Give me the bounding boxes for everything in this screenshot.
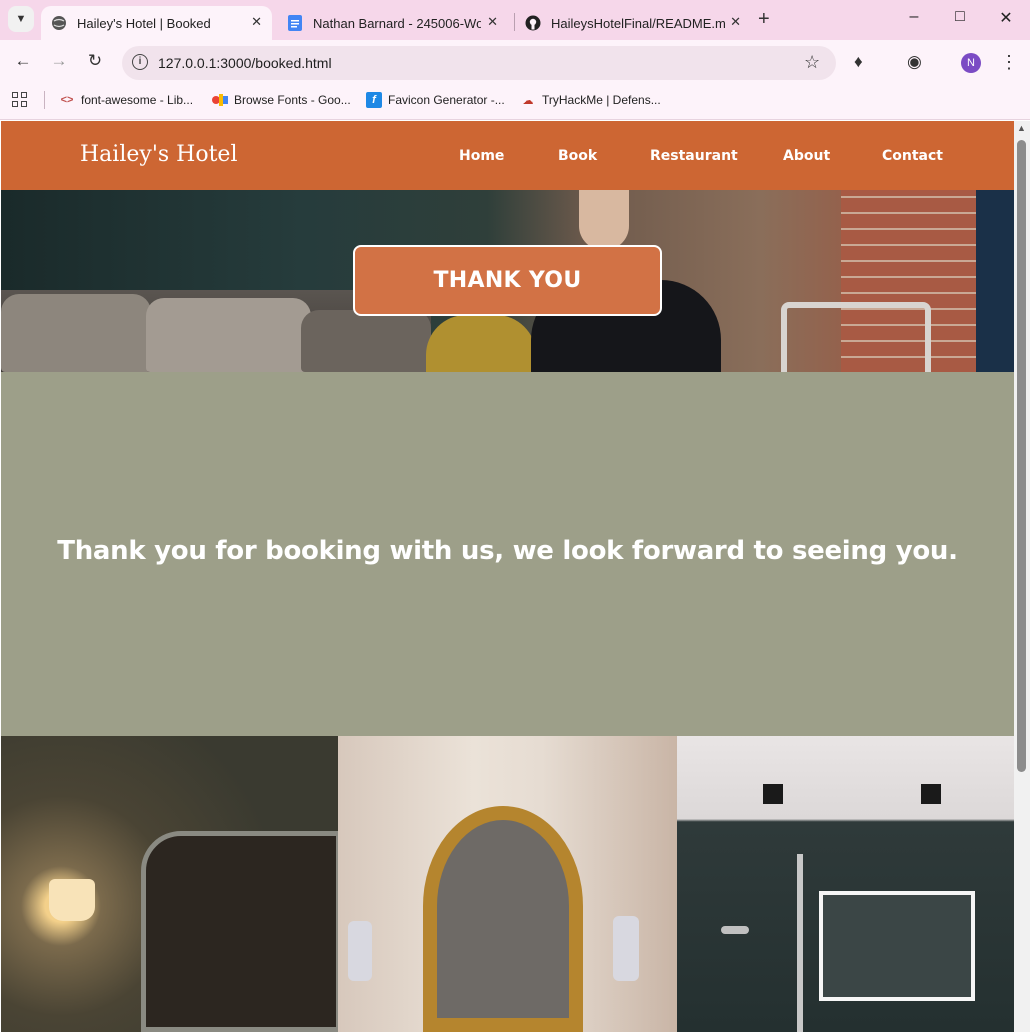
maximize-button[interactable]: □ [950, 8, 970, 26]
bookmark-tryhackme[interactable]: ☁ TryHackMe | Defens... [520, 92, 661, 108]
sconce-shape [613, 916, 639, 981]
ceiling-light [763, 784, 783, 804]
shower-glass [797, 854, 803, 1032]
lens-icon[interactable]: ◉ [907, 52, 922, 72]
tab-hailey-hotel[interactable]: Hailey's Hotel | Booked ✕ [41, 6, 272, 40]
confirmation-section: Thank you for booking with us, we look f… [1, 372, 1014, 736]
nav-about[interactable]: About [783, 148, 830, 164]
mirror-shape [141, 831, 338, 1032]
reload-icon: ↻ [87, 51, 103, 70]
pillow-shape [301, 310, 431, 372]
curtain [976, 190, 1014, 372]
new-tab-button[interactable]: + [758, 8, 770, 31]
close-icon[interactable]: ✕ [251, 14, 262, 30]
bookmark-label: Favicon Generator -... [388, 93, 505, 107]
sconce-shape [348, 921, 372, 981]
more-menu-icon[interactable]: ⋮ [1000, 52, 1018, 73]
ceiling-light [921, 784, 941, 804]
site-header: Hailey's Hotel Home Book Restaurant Abou… [1, 121, 1014, 190]
nav-book[interactable]: Book [558, 148, 597, 164]
scroll-up-icon[interactable]: ▲ [1017, 123, 1026, 133]
white-chair [781, 302, 931, 372]
nav-home[interactable]: Home [459, 148, 504, 164]
forward-button[interactable]: → [48, 50, 70, 72]
tab-title: Hailey's Hotel | Booked [77, 15, 211, 31]
arrow-right-icon: → [50, 51, 68, 70]
bookmark-browse-fonts[interactable]: Browse Fonts - Goo... [212, 92, 351, 108]
reload-button[interactable]: ↻ [84, 50, 106, 72]
gallery-image-bathroom [677, 736, 1014, 1032]
close-icon[interactable]: ✕ [487, 14, 498, 30]
site-logo[interactable]: Hailey's Hotel [80, 142, 237, 167]
shower-head [721, 926, 749, 934]
bookmark-label: TryHackMe | Defens... [542, 93, 661, 107]
gallery-image-lamp-mirror [1, 736, 338, 1032]
docs-icon [287, 15, 303, 31]
close-window-button[interactable]: ✕ [996, 8, 1016, 28]
gallery-image-gold-mirror [338, 736, 677, 1032]
bookmark-label: Browse Fonts - Goo... [234, 93, 351, 107]
nav-restaurant[interactable]: Restaurant [650, 148, 738, 164]
nav-contact[interactable]: Contact [882, 148, 943, 164]
minimize-button[interactable]: – [904, 8, 924, 26]
tab-github-readme[interactable]: HaileysHotelFinal/README.md ✕ [515, 6, 751, 40]
arrow-left-icon: ← [14, 51, 32, 70]
favicon-icon: f [366, 92, 382, 108]
thank-you-button[interactable]: THANK YOU [353, 245, 662, 316]
bookmark-label: font-awesome - Lib... [81, 93, 194, 107]
back-button[interactable]: ← [12, 50, 34, 72]
google-fonts-icon [212, 92, 228, 108]
room-gallery [1, 736, 1014, 1032]
tab-title: HaileysHotelFinal/README.md [551, 15, 726, 31]
confirmation-message: Thank you for booking with us, we look f… [57, 536, 958, 566]
scrollbar-thumb[interactable] [1017, 140, 1026, 772]
tryhackme-icon: ☁ [522, 94, 534, 107]
code-icon: <> [60, 94, 74, 106]
page-viewport: Hailey's Hotel Home Book Restaurant Abou… [1, 121, 1014, 1032]
tab-nathan-barnard[interactable]: Nathan Barnard - 245006-Work ✕ [277, 6, 508, 40]
tab-title: Nathan Barnard - 245006-Work [313, 15, 481, 31]
chair-shape [426, 315, 536, 372]
woman-head [579, 190, 629, 250]
globe-icon [51, 15, 67, 31]
github-icon [525, 15, 541, 31]
pillow-shape [146, 298, 311, 372]
close-icon[interactable]: ✕ [730, 14, 741, 30]
apps-grid-icon[interactable] [12, 92, 28, 108]
bathroom-mirror [819, 891, 975, 1001]
lamp-shape [49, 879, 95, 921]
extensions-icon[interactable]: ♦ [854, 52, 863, 72]
bookmark-separator [44, 91, 45, 109]
chevron-down-icon: ▼ [15, 13, 27, 25]
bookmark-favicon-generator[interactable]: f Favicon Generator -... [366, 92, 505, 108]
gold-mirror-shape [423, 806, 583, 1032]
bookmark-font-awesome[interactable]: <> font-awesome - Lib... [59, 92, 194, 108]
profile-avatar[interactable]: N [961, 53, 981, 73]
pillow-shape [1, 294, 151, 372]
bookmark-star-icon[interactable]: ☆ [804, 52, 820, 73]
tab-search-button[interactable]: ▼ [8, 6, 34, 32]
url-text[interactable]: 127.0.0.1:3000/booked.html [158, 55, 332, 71]
site-info-icon[interactable]: i [132, 54, 148, 70]
